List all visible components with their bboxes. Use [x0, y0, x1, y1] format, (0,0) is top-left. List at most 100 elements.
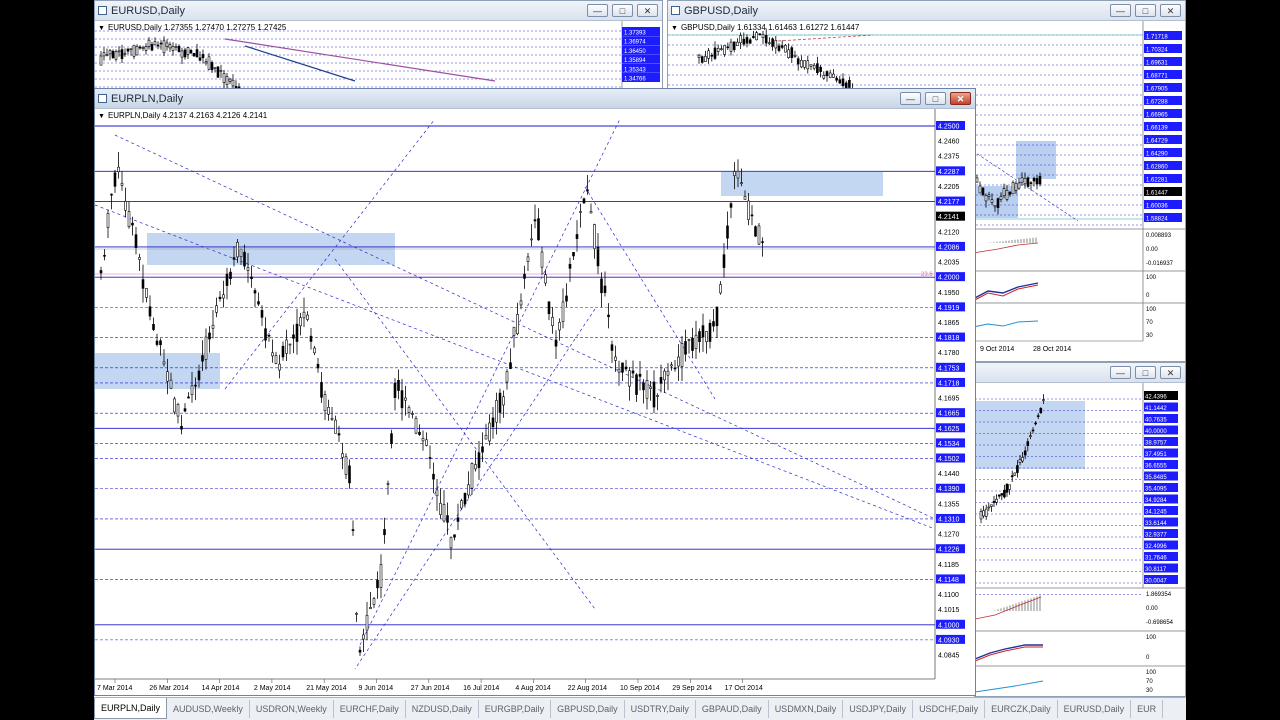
candle [274, 355, 278, 364]
chart-dropdown-icon[interactable]: ▼ [98, 113, 105, 120]
candle [793, 55, 797, 57]
minimize-button[interactable]: — [1110, 366, 1131, 379]
indicator-tick-label: -0.016937 [1146, 261, 1174, 267]
candle [747, 200, 750, 220]
candle [306, 314, 309, 320]
price-tick-label: 4.1950 [938, 290, 960, 297]
candle [519, 300, 523, 306]
chart-tab[interactable]: EURCHF,Daily [334, 700, 406, 718]
candle [701, 325, 705, 338]
minimize-button[interactable]: — [587, 4, 608, 17]
candle [828, 72, 832, 79]
candle [635, 374, 638, 395]
price-tick-label: 4.2086 [938, 244, 960, 251]
chart-tab[interactable]: EURUSD,Daily [1058, 700, 1132, 718]
chart-tab[interactable]: USDMXN,Daily [769, 700, 844, 718]
candle [1039, 408, 1043, 414]
candle [348, 465, 351, 484]
eurpln-chart-window[interactable]: EURPLN,Daily — □ ✕ ▼ EURPLN,Daily 4.2137 … [94, 88, 976, 696]
candle [180, 426, 183, 430]
maximize-button[interactable]: □ [925, 92, 946, 105]
chart-tab[interactable]: EUR [1131, 700, 1164, 718]
price-tick-label: 1.35894 [624, 58, 646, 64]
eurpln-chart-area[interactable]: ▼ EURPLN,Daily 4.2137 4.2163 4.2126 4.214… [95, 109, 975, 695]
price-tick-label: 1.37393 [624, 31, 646, 37]
candle [558, 322, 561, 331]
candle [138, 46, 142, 49]
third-chart-window[interactable]: — □ ✕ 42.4396 41.1442 40.7635 40.0000 38.975… [974, 362, 1186, 697]
candle [442, 504, 446, 522]
trendline[interactable] [584, 186, 716, 400]
eurusd-title-bar[interactable]: EURUSD,Daily — □ ✕ [95, 1, 662, 21]
chart-tab[interactable]: EURGBP,Daily [479, 700, 552, 718]
candle [819, 66, 822, 72]
chart-tab[interactable]: EURCZK,Daily [985, 700, 1058, 718]
chart-tab[interactable]: USDTRY,Daily [625, 700, 696, 718]
gbpusd-title-bar[interactable]: GBPUSD,Daily — □ ✕ [668, 1, 1185, 21]
candle [707, 50, 710, 59]
price-tick-label: 38.9757 [1145, 441, 1167, 447]
candle [1035, 178, 1039, 185]
price-tick-label: 1.34766 [624, 77, 646, 83]
chart-tab[interactable]: USDJPY,Daily [843, 700, 914, 718]
maximize-button[interactable]: □ [1135, 4, 1156, 17]
eurpln-title-bar[interactable]: EURPLN,Daily — □ ✕ [95, 89, 975, 109]
candle [239, 248, 243, 258]
chart-tab[interactable]: USDCHF,Daily [913, 700, 986, 718]
eurpln-price-chart[interactable]: 23.6 4.2500 4.2460 4.2375 4.2287 4.2205 4.2177… [95, 109, 975, 695]
third-chart-area[interactable]: 42.4396 41.1442 40.7635 40.0000 38.9757 37.49… [975, 383, 1185, 696]
minimize-button[interactable]: — [1110, 4, 1131, 17]
trendline[interactable] [95, 204, 936, 530]
third-price-chart[interactable]: 42.4396 41.1442 40.7635 40.0000 38.9757 37.49… [975, 383, 1185, 696]
candle [1023, 178, 1027, 185]
eurusd-chart-window[interactable]: EURUSD,Daily — □ ✕ ▼ EURUSD,Daily 1.27355… [94, 0, 663, 100]
candle [1013, 472, 1017, 476]
chart-tab[interactable]: GBPAUD,Daily [696, 700, 769, 718]
indicator-tick-label: 0.00 [1146, 606, 1158, 612]
minimize-button[interactable]: — [900, 92, 921, 105]
candle [715, 306, 719, 327]
candle [526, 256, 530, 262]
third-title-bar[interactable]: — □ ✕ [975, 363, 1185, 383]
close-button[interactable]: ✕ [637, 4, 658, 17]
candle [117, 50, 121, 53]
candle [425, 439, 428, 446]
candle [713, 47, 717, 59]
candle [379, 564, 383, 588]
candle [502, 396, 505, 406]
indicator-tick-label: 30 [1146, 333, 1153, 339]
candle [790, 47, 794, 59]
candle [593, 224, 596, 249]
candle [123, 52, 127, 55]
maximize-button[interactable]: □ [1135, 366, 1156, 379]
close-button[interactable]: ✕ [1160, 4, 1181, 17]
candle [470, 462, 474, 489]
candle [832, 73, 835, 78]
candle [129, 48, 133, 51]
chart-tab[interactable]: GBPUSD,Daily [551, 700, 625, 718]
candle [166, 371, 169, 382]
price-tick-label: 4.2375 [938, 154, 960, 161]
candle [736, 41, 739, 47]
close-button[interactable]: ✕ [1160, 366, 1181, 379]
trendline[interactable] [334, 258, 596, 610]
chart-tab[interactable]: AUDUSD,Weekly [167, 700, 250, 718]
date-tick-label: 7 Mar 2014 [97, 685, 133, 692]
candle [498, 392, 502, 413]
candle [432, 473, 435, 480]
candle [421, 437, 425, 442]
candle [656, 395, 659, 397]
candle [1026, 177, 1030, 187]
maximize-button[interactable]: □ [612, 4, 633, 17]
trendline[interactable] [777, 34, 874, 42]
candle [835, 77, 838, 81]
candle [1026, 441, 1030, 446]
close-button[interactable]: ✕ [950, 92, 971, 105]
chart-tab[interactable]: EURPLN,Daily [94, 698, 168, 719]
chart-tab[interactable]: USDRON,Weekly [250, 700, 334, 718]
price-tick-label: 4.1390 [938, 486, 960, 493]
candle [153, 41, 157, 46]
chart-tab[interactable]: NZDUSD,Daily [406, 700, 479, 718]
candle [435, 489, 439, 497]
candle [624, 366, 628, 370]
